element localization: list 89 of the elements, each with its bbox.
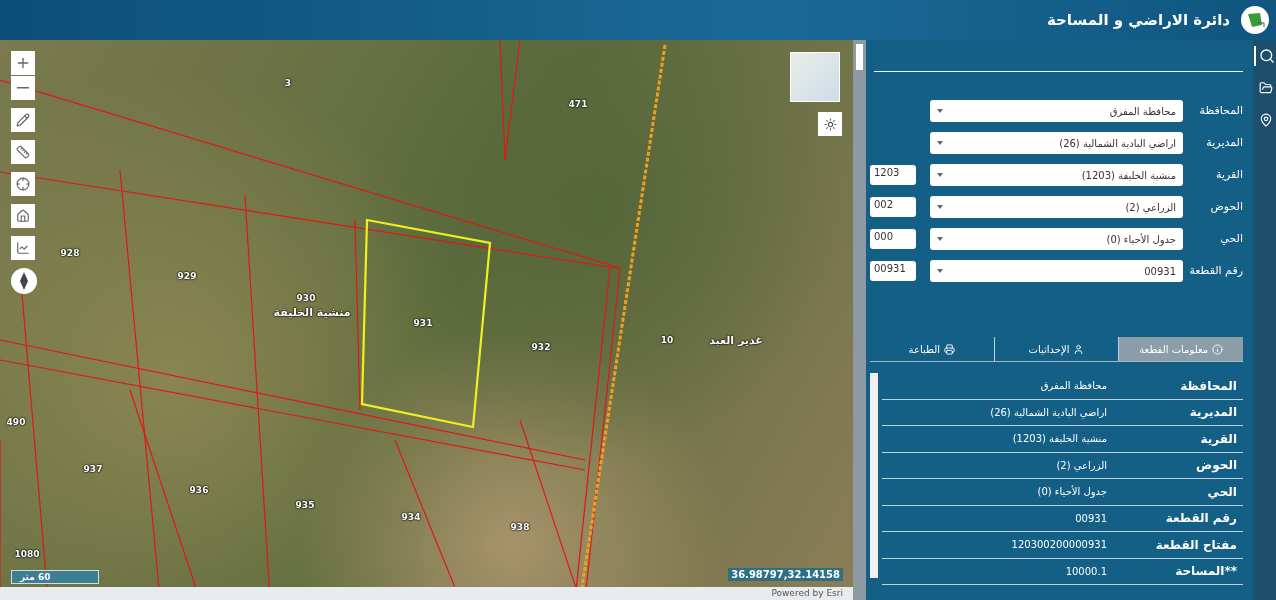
parcel-number: 937 <box>83 464 103 474</box>
locate-button[interactable] <box>11 172 35 196</box>
field-label: رقم القطعة <box>1188 265 1243 277</box>
detail-label: المديرية <box>1188 405 1237 420</box>
pencil-icon <box>16 113 30 127</box>
parcel-number: 10 <box>660 335 674 345</box>
parcel-number: 471 <box>568 99 588 109</box>
dropdown-field[interactable]: اراضي البادية الشمالية (26) <box>930 132 1183 154</box>
caret-icon <box>937 269 943 273</box>
printer-icon <box>944 343 956 355</box>
tab[interactable]: الطباعة <box>870 337 994 361</box>
field-label: الحي <box>1219 233 1243 245</box>
place-name: غدير العبد <box>709 333 763 347</box>
chart-button[interactable] <box>11 236 35 260</box>
scale-bar: 60 متر <box>11 570 99 584</box>
caret-icon <box>937 237 943 241</box>
zoom-in-button[interactable] <box>11 51 35 75</box>
parcel-number: 3 <box>284 78 292 88</box>
field-label: القرية <box>1215 169 1243 181</box>
detail-value: 10000.1 <box>1065 565 1107 577</box>
coordinates-label: 36.98797,32.14158 <box>728 568 843 581</box>
folder-icon <box>1259 81 1273 95</box>
parcel-number: 928 <box>60 248 80 258</box>
dropdown-field[interactable]: منشية الخليفة (1203) <box>930 164 1183 186</box>
tab[interactable]: الإحداثيات <box>993 337 1119 361</box>
ruler-icon <box>16 145 30 159</box>
home-icon <box>16 209 30 223</box>
person-icon <box>1073 343 1085 355</box>
detail-label: رقم القطعة <box>1164 511 1237 526</box>
scrollbar-thumb[interactable] <box>856 44 863 70</box>
compass-button[interactable] <box>11 268 37 294</box>
parcel-number: 932 <box>531 342 551 352</box>
detail-value: منشية الخليفة (1203) <box>1012 433 1107 445</box>
info-icon <box>1212 343 1224 355</box>
parcel-number: 490 <box>6 417 26 427</box>
home-button[interactable] <box>11 204 35 228</box>
parcel-number: 935 <box>295 500 315 510</box>
plus-icon <box>15 55 31 71</box>
detail-label: الحوض <box>1195 458 1237 473</box>
compass-icon <box>20 272 28 290</box>
detail-label: القرية <box>1199 431 1237 446</box>
code-field[interactable]: 000 <box>870 229 916 249</box>
pencil-button[interactable] <box>11 108 35 132</box>
parcel-number: 929 <box>177 271 197 281</box>
detail-label: المحافظة <box>1179 378 1237 393</box>
detail-value: جدول الأحياء (0) <box>1037 486 1107 498</box>
caret-icon <box>937 205 943 209</box>
detail-label: **المساحة <box>1174 564 1237 579</box>
code-field[interactable]: 00931 <box>870 261 916 281</box>
code-field[interactable]: 1203 <box>870 165 916 185</box>
logo-icon <box>1240 5 1270 35</box>
sun-icon <box>823 117 837 131</box>
field-label: المحافظة <box>1198 105 1243 117</box>
attribution-text: Powered by Esri <box>0 587 853 600</box>
crosshair-icon <box>16 177 30 191</box>
caret-icon <box>937 109 943 113</box>
scrollbar[interactable] <box>870 373 878 578</box>
caret-icon <box>937 141 943 145</box>
code-field[interactable]: 002 <box>870 197 916 217</box>
parcel-number: 1080 <box>14 549 40 559</box>
chart-icon <box>16 241 30 255</box>
caret-icon <box>937 173 943 177</box>
app-title: دائرة الاراضي و المساحة <box>1046 11 1230 29</box>
parcel-number: 934 <box>401 512 421 522</box>
dropdown-field[interactable]: محافظة المفرق <box>930 100 1183 122</box>
detail-value: 120300200000931 <box>1011 539 1107 551</box>
detail-value: الزراعي (2) <box>1056 459 1107 471</box>
dropdown-field[interactable]: 00931 <box>930 260 1183 282</box>
minus-icon <box>17 87 29 89</box>
search-button[interactable] <box>1254 46 1276 66</box>
parcel-number: 930 <box>296 293 316 303</box>
field-label: المديرية <box>1205 137 1243 149</box>
detail-label: مفتاح القطعة <box>1154 537 1237 552</box>
zoom-out-button[interactable] <box>11 76 35 100</box>
search-icon <box>1259 48 1275 64</box>
measure-button[interactable] <box>11 140 35 164</box>
dropdown-field[interactable]: جدول الأحياء (0) <box>930 228 1183 250</box>
brightness-button[interactable] <box>818 112 842 136</box>
map-pin-icon <box>1259 113 1273 127</box>
parcel-number: 936 <box>189 485 209 495</box>
detail-value: 00931 <box>1075 512 1107 524</box>
place-name: منشية الخليفة <box>273 305 351 319</box>
detail-value: محافظة المفرق <box>1040 380 1107 392</box>
field-label: الحوض <box>1209 201 1243 213</box>
detail-label: الحي <box>1206 484 1237 499</box>
parcel-number: 931 <box>413 318 433 328</box>
dropdown-field[interactable]: الزراعي (2) <box>930 196 1183 218</box>
parcel-number: 938 <box>510 522 530 532</box>
detail-value: اراضي البادية الشمالية (26) <box>990 406 1107 418</box>
